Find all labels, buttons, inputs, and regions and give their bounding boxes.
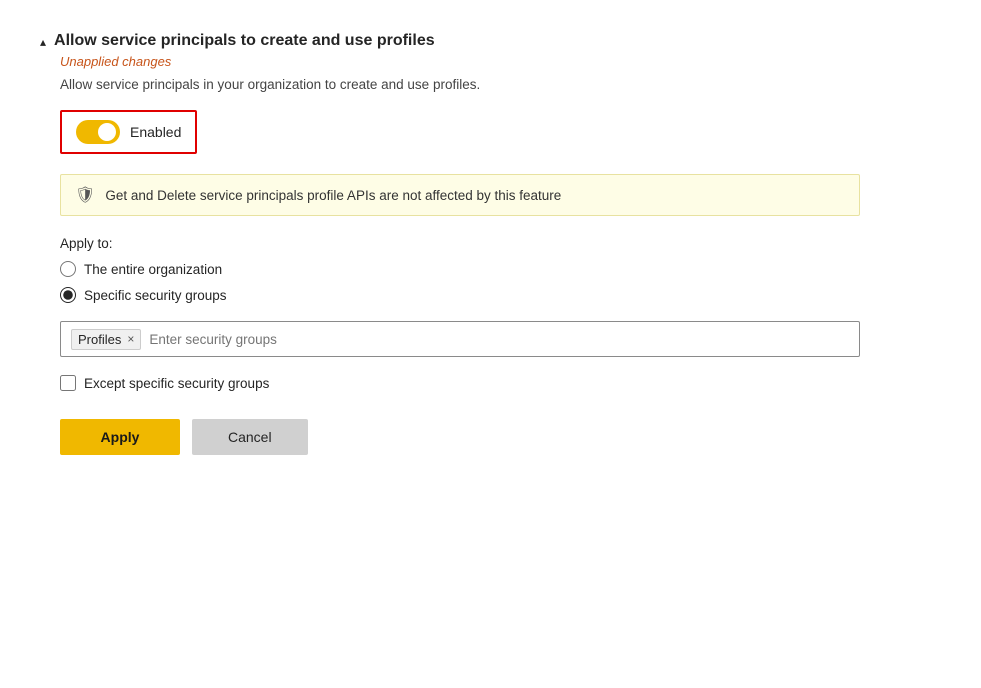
cancel-button[interactable]: Cancel [192,419,308,455]
security-groups-input-container[interactable]: Profiles × [60,321,860,357]
radio-group: The entire organization Specific securit… [60,261,860,303]
section-description: Allow service principals in your organiz… [60,77,860,92]
apply-to-label: Apply to: [60,236,860,251]
unapplied-changes-text: Unapplied changes [60,54,860,69]
section-title: Allow service principals to create and u… [54,32,435,50]
info-banner: 🛡 Get and Delete service principals prof… [60,174,860,216]
settings-panel: ▴ Allow service principals to create and… [0,0,900,487]
toggle-container[interactable]: Enabled [60,110,197,154]
radio-label-entire-org[interactable]: The entire organization [84,262,222,277]
except-checkbox[interactable] [60,375,76,391]
security-groups-text-input[interactable] [149,332,849,347]
radio-row-entire-org[interactable]: The entire organization [60,261,860,277]
radio-entire-org[interactable] [60,261,76,277]
apply-button[interactable]: Apply [60,419,180,455]
info-message: Get and Delete service principals profil… [105,188,561,203]
profiles-tag[interactable]: Profiles × [71,329,141,350]
button-row: Apply Cancel [60,419,860,455]
radio-row-specific-groups[interactable]: Specific security groups [60,287,860,303]
except-label[interactable]: Except specific security groups [84,376,269,391]
except-row[interactable]: Except specific security groups [60,375,860,391]
tag-label: Profiles [78,332,121,347]
shield-info-icon: 🛡 [75,185,95,205]
radio-label-specific-groups[interactable]: Specific security groups [84,288,227,303]
toggle-label: Enabled [130,124,181,140]
tag-close-button[interactable]: × [127,333,134,345]
toggle-switch[interactable] [76,120,120,144]
collapse-icon[interactable]: ▴ [40,35,46,49]
section-header: ▴ Allow service principals to create and… [40,32,860,50]
radio-specific-groups[interactable] [60,287,76,303]
toggle-slider [76,120,120,144]
